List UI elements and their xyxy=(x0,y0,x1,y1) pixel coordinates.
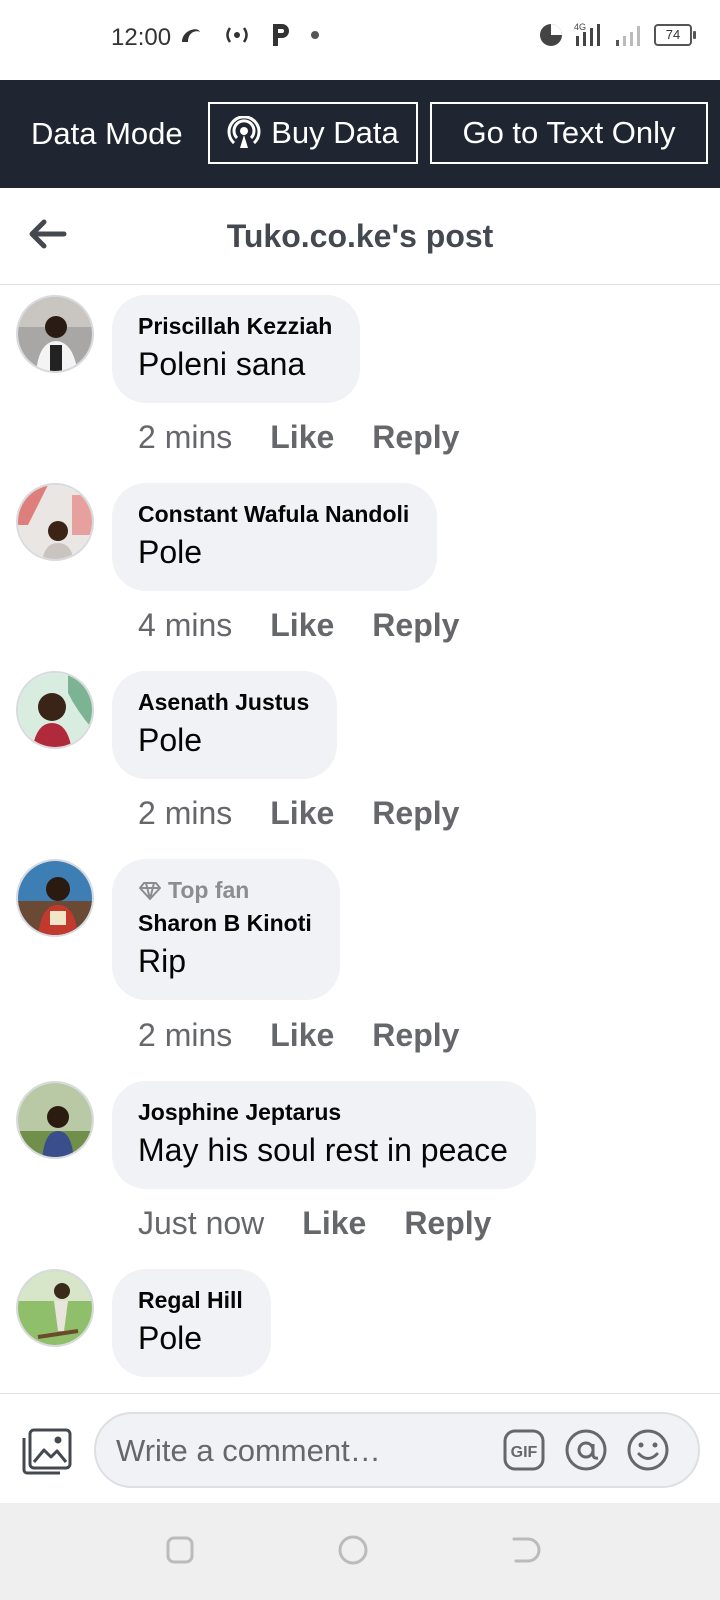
top-fan-label: Top fan xyxy=(168,877,250,903)
page-title: Tuko.co.ke's post xyxy=(226,218,494,254)
like-button[interactable]: Like xyxy=(270,419,334,456)
comment-author[interactable]: Asenath Justus xyxy=(138,689,309,716)
avatar[interactable] xyxy=(16,859,94,937)
avatar[interactable] xyxy=(16,1269,94,1347)
comment-input[interactable] xyxy=(114,1414,498,1488)
buy-data-button[interactable]: Buy Data xyxy=(208,102,418,164)
comment-time[interactable]: 2 mins xyxy=(138,795,232,832)
text-only-button[interactable]: Go to Text Only xyxy=(430,102,708,164)
data-mode-bar: Data Mode Buy Data Go to Text Only xyxy=(0,80,720,188)
like-button[interactable]: Like xyxy=(302,1205,366,1242)
like-button[interactable]: Like xyxy=(270,795,334,832)
status-system-icons: 4G 74 xyxy=(538,22,696,48)
comment-text: Pole xyxy=(138,722,203,758)
broadcast-icon xyxy=(227,116,261,148)
back-nav-icon[interactable] xyxy=(508,1533,542,1567)
svg-text:GIF: GIF xyxy=(511,1444,538,1461)
dot-icon xyxy=(311,31,319,39)
comment-input-box[interactable]: GIF xyxy=(94,1412,700,1488)
data-saver-icon xyxy=(540,24,562,46)
comment-bubble[interactable]: Constant Wafula Nandoli Pole xyxy=(112,483,438,591)
emoji-icon[interactable] xyxy=(626,1428,670,1472)
comment-bubble[interactable]: Josphine Jeptarus May his soul rest in p… xyxy=(112,1081,536,1189)
comment-text: Pole xyxy=(138,1320,203,1356)
avatar[interactable] xyxy=(16,295,94,373)
comment-author[interactable]: Josphine Jeptarus xyxy=(138,1099,508,1126)
battery-icon: 74 xyxy=(654,24,696,46)
diamond-icon xyxy=(139,881,161,900)
reply-button[interactable]: Reply xyxy=(372,1017,459,1054)
status-notification-icons xyxy=(178,22,320,48)
photo-icon[interactable] xyxy=(20,1426,74,1476)
avatar[interactable] xyxy=(16,483,94,561)
comment-author[interactable]: Constant Wafula Nandoli xyxy=(138,501,409,528)
comment-composer: GIF xyxy=(0,1393,720,1504)
comment-bubble[interactable]: Asenath Justus Pole xyxy=(112,671,338,779)
reply-button[interactable]: Reply xyxy=(372,419,459,456)
home-icon[interactable] xyxy=(336,1533,370,1567)
comment-bubble[interactable]: Priscillah Kezziah Poleni sana xyxy=(112,295,361,403)
reply-button[interactable]: Reply xyxy=(372,607,459,644)
signal-4g-icon: 4G xyxy=(574,22,600,46)
comment-author[interactable]: Priscillah Kezziah xyxy=(138,313,332,340)
comment-author[interactable]: Regal Hill xyxy=(138,1287,243,1314)
comment-meta: 4 mins Like Reply xyxy=(138,607,459,644)
comment-time[interactable]: 2 mins xyxy=(138,419,232,456)
status-time: 12:00 xyxy=(111,24,172,51)
swirl-notification-icon xyxy=(182,29,200,42)
buy-data-label: Buy Data xyxy=(271,115,399,150)
reply-button[interactable]: Reply xyxy=(372,795,459,832)
svg-text:4G: 4G xyxy=(574,22,586,32)
recent-apps-icon[interactable] xyxy=(163,1533,197,1567)
comment-bubble[interactable]: Top fan Sharon B Kinoti Rip xyxy=(112,859,340,1000)
like-button[interactable]: Like xyxy=(270,607,334,644)
signal-weak-icon xyxy=(616,26,640,46)
comment-meta: 2 mins Like Reply xyxy=(138,795,459,832)
comment-text: Pole xyxy=(138,534,203,570)
comment-meta: 2 mins Like Reply xyxy=(138,1017,459,1054)
comment-bubble[interactable]: Regal Hill Pole xyxy=(112,1269,271,1377)
top-fan-badge: Top fan xyxy=(138,877,312,904)
text-only-label: Go to Text Only xyxy=(462,115,676,150)
reply-button[interactable]: Reply xyxy=(404,1205,491,1242)
comment-time[interactable]: 2 mins xyxy=(138,1017,232,1054)
system-navigation-bar xyxy=(0,1503,720,1600)
p-app-icon xyxy=(273,24,289,46)
radio-broadcast-icon xyxy=(226,27,248,43)
mention-icon[interactable] xyxy=(564,1428,608,1472)
comment-author[interactable]: Sharon B Kinoti xyxy=(138,910,312,937)
comment-meta: 2 mins Like Reply xyxy=(138,419,459,456)
like-button[interactable]: Like xyxy=(270,1017,334,1054)
avatar[interactable] xyxy=(16,671,94,749)
comment-text: Rip xyxy=(138,943,187,979)
comments-list[interactable]: Priscillah Kezziah Poleni sana 2 mins Li… xyxy=(0,285,720,1393)
gif-icon[interactable]: GIF xyxy=(502,1428,546,1472)
data-mode-label: Data Mode xyxy=(31,116,183,151)
comment-text: May his soul rest in peace xyxy=(138,1132,508,1168)
comment-time[interactable]: Just now xyxy=(138,1205,264,1242)
status-bar: 12:00 4G 74 xyxy=(0,0,720,80)
avatar[interactable] xyxy=(16,1081,94,1159)
comment-time[interactable]: 4 mins xyxy=(138,607,232,644)
comment-text: Poleni sana xyxy=(138,346,306,382)
comment-meta: Just now Like Reply xyxy=(138,1205,491,1242)
post-header: Tuko.co.ke's post xyxy=(0,188,720,285)
